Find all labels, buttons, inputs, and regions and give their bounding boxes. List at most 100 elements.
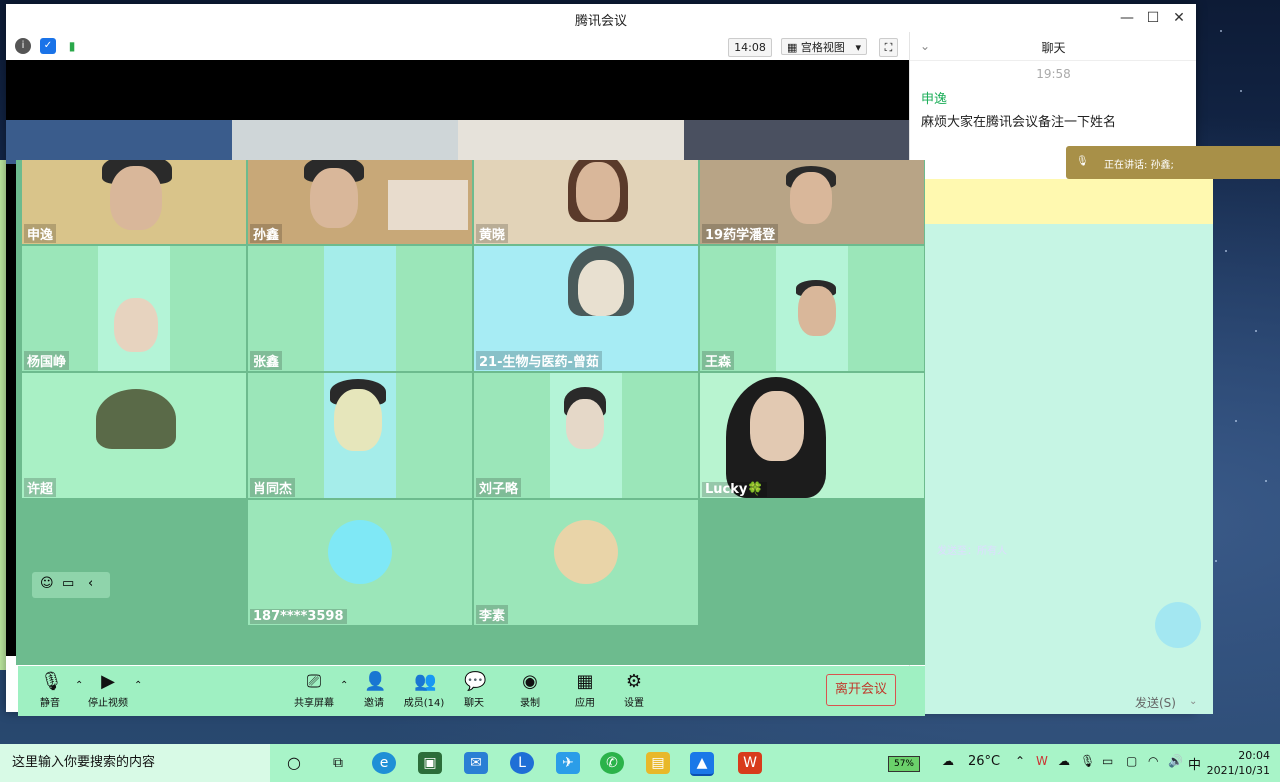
video-top-band bbox=[6, 60, 909, 120]
clock-date: 2021/10/31 bbox=[1206, 764, 1270, 777]
participant-name: 李素 bbox=[476, 605, 509, 624]
grid-icon: ▦ bbox=[787, 41, 801, 54]
chat-message: 麻烦大家在腾讯会议备注一下姓名 bbox=[921, 115, 1117, 130]
avatar bbox=[554, 520, 618, 584]
members-icon: 👥 bbox=[414, 671, 437, 692]
empty-tile bbox=[700, 500, 924, 625]
chevron-down-icon[interactable]: ⌄ bbox=[1189, 696, 1197, 707]
floating-action-icon[interactable] bbox=[1155, 602, 1201, 648]
leave-meeting-button[interactable]: 离开会议 bbox=[826, 674, 896, 706]
participant-tile[interactable]: Lucky🍀 bbox=[700, 373, 924, 498]
fullscreen-button[interactable]: ⛶ bbox=[879, 38, 898, 57]
apps-icon: ▦ bbox=[576, 671, 594, 692]
file-explorer-icon[interactable]: ▤ bbox=[646, 752, 670, 774]
participant-name: 孙鑫 bbox=[250, 224, 283, 243]
participant-tile[interactable]: 19药学潘登 bbox=[700, 160, 924, 244]
participant-tile[interactable]: 张鑫 bbox=[248, 246, 472, 371]
emoji-icon[interactable]: ☺ bbox=[40, 576, 54, 591]
participant-tile[interactable]: 孙鑫 bbox=[248, 160, 472, 244]
participant-tile[interactable]: 21-生物与医药-曾茹 bbox=[474, 246, 698, 371]
share-screen-button[interactable]: ⎚ 共享屏幕 bbox=[284, 670, 344, 710]
taskbar-search-input[interactable]: 这里输入你要搜索的内容 bbox=[0, 744, 270, 782]
add-user-icon: 👤 bbox=[364, 671, 387, 692]
participant-name: 许超 bbox=[24, 478, 57, 497]
participant-grid: 申逸 孙鑫 黄晓 19药学潘登 杨国峥 张鑫 21-生物与医药-曾茹 王森 许超… bbox=[16, 160, 925, 665]
lenovo-app-icon[interactable]: L bbox=[510, 752, 534, 774]
participant-tile[interactable]: 黄晓 bbox=[474, 160, 698, 244]
participant-tile[interactable]: 杨国峥 bbox=[22, 246, 246, 371]
participant-tile[interactable]: 刘子略 bbox=[474, 373, 698, 498]
wechat-icon[interactable]: ✆ bbox=[600, 752, 624, 774]
info-icon[interactable]: i bbox=[15, 38, 31, 54]
participant-name: 刘子略 bbox=[476, 478, 522, 497]
comment-icon[interactable]: ▭ bbox=[62, 576, 74, 591]
chat-header: ⌄ 聊天 bbox=[910, 32, 1196, 61]
chat-input-area[interactable]: 发送至：所有人 发送(S) ⌄ bbox=[925, 224, 1213, 714]
wifi-icon[interactable]: ◠ bbox=[1148, 754, 1158, 768]
store-icon[interactable]: ▣ bbox=[418, 752, 442, 774]
tencent-meeting-icon[interactable]: ▲ bbox=[690, 752, 714, 776]
participant-tile[interactable]: 申逸 bbox=[22, 160, 246, 244]
chevron-up-icon[interactable]: ⌃ bbox=[1015, 754, 1025, 768]
chevron-left-icon[interactable]: ‹ bbox=[88, 576, 93, 591]
temperature[interactable]: 26°C bbox=[968, 754, 1000, 769]
minimize-button[interactable]: — bbox=[1114, 6, 1140, 30]
chat-button[interactable]: 💬 聊天 bbox=[444, 670, 504, 710]
record-button[interactable]: ◉ 录制 bbox=[500, 670, 560, 710]
weather-icon[interactable]: ☁ bbox=[942, 754, 954, 768]
taskbar-clock[interactable]: 20:04 2021/10/31 bbox=[1207, 748, 1270, 778]
participant-name: 王森 bbox=[702, 351, 735, 370]
signal-icon[interactable]: ▮ bbox=[64, 38, 80, 54]
speaking-indicator: 🎙 正在讲话: 孙鑫; bbox=[1066, 146, 1280, 179]
video-tile-peek bbox=[6, 120, 232, 164]
chevron-up-icon[interactable]: ⌃ bbox=[134, 680, 142, 691]
mute-button[interactable]: 🎙 静音 bbox=[20, 670, 80, 710]
wps-icon[interactable]: W bbox=[738, 752, 762, 774]
participant-name: 张鑫 bbox=[250, 351, 283, 370]
task-view-icon[interactable]: ⧉ bbox=[326, 752, 350, 774]
view-mode-label: 宫格视图 bbox=[800, 41, 845, 54]
participant-tile[interactable]: 李素 bbox=[474, 500, 698, 625]
participant-tile[interactable]: 许超 bbox=[22, 373, 246, 498]
feishu-icon[interactable]: ✈ bbox=[556, 752, 580, 774]
share-screen-icon: ⎚ bbox=[306, 671, 322, 692]
ime-indicator[interactable]: 中 bbox=[1188, 754, 1201, 773]
chat-sender: 申逸 bbox=[921, 92, 948, 107]
volume-icon[interactable]: 🔊 bbox=[1168, 754, 1183, 768]
chat-timestamp: 19:58 bbox=[1036, 67, 1071, 81]
participant-tile[interactable]: 187****3598 bbox=[248, 500, 472, 625]
cloud-icon[interactable]: ☁ bbox=[1058, 754, 1070, 768]
participant-tile[interactable]: 肖同杰 bbox=[248, 373, 472, 498]
participant-name: 21-生物与医药-曾茹 bbox=[476, 351, 602, 370]
microphone-icon[interactable]: 🎙 bbox=[1080, 754, 1095, 768]
stop-video-label: 停止视频 bbox=[88, 698, 128, 709]
clock-time: 20:04 bbox=[1238, 749, 1270, 762]
cortana-icon[interactable]: ○ bbox=[282, 752, 306, 774]
screen-icon[interactable]: ▭ bbox=[1102, 754, 1113, 768]
edge-browser-icon[interactable]: e bbox=[372, 752, 396, 774]
send-to-selector[interactable]: 发送至：所有人 bbox=[937, 542, 1007, 557]
speaking-label: 正在讲话: 孙鑫; bbox=[1104, 160, 1174, 171]
send-button[interactable]: 发送(S) bbox=[1135, 694, 1176, 711]
video-tile-peek bbox=[684, 120, 909, 164]
chat-area-overlay bbox=[925, 179, 1213, 224]
view-mode-select[interactable]: ▦ 宫格视图 ▾ bbox=[781, 38, 867, 55]
reaction-toolbar[interactable]: ☺ ▭ ‹ bbox=[32, 572, 110, 598]
maximize-button[interactable]: ☐ bbox=[1140, 6, 1166, 30]
close-button[interactable]: ✕ bbox=[1166, 6, 1192, 30]
members-label: 成员(14) bbox=[403, 698, 445, 709]
mail-icon[interactable]: ✉ bbox=[464, 752, 488, 774]
participant-name: 19药学潘登 bbox=[702, 224, 779, 243]
gear-icon: ⚙ bbox=[625, 671, 643, 692]
display-icon[interactable]: ▢ bbox=[1126, 754, 1137, 768]
stop-video-button[interactable]: ▶ 停止视频 bbox=[78, 670, 138, 710]
camera-icon: ▶ bbox=[101, 671, 115, 692]
shield-icon[interactable]: ✓ bbox=[40, 38, 56, 54]
settings-button[interactable]: ⚙ 设置 bbox=[604, 670, 664, 710]
video-tile-peek bbox=[232, 120, 458, 164]
participant-tile[interactable]: 王森 bbox=[700, 246, 924, 371]
title-bar[interactable]: 腾讯会议 — ☐ ✕ bbox=[6, 4, 1196, 32]
battery-indicator[interactable]: 57% bbox=[888, 756, 920, 772]
window-title: 腾讯会议 bbox=[574, 14, 627, 29]
wps-tray-icon[interactable]: W bbox=[1036, 754, 1048, 768]
